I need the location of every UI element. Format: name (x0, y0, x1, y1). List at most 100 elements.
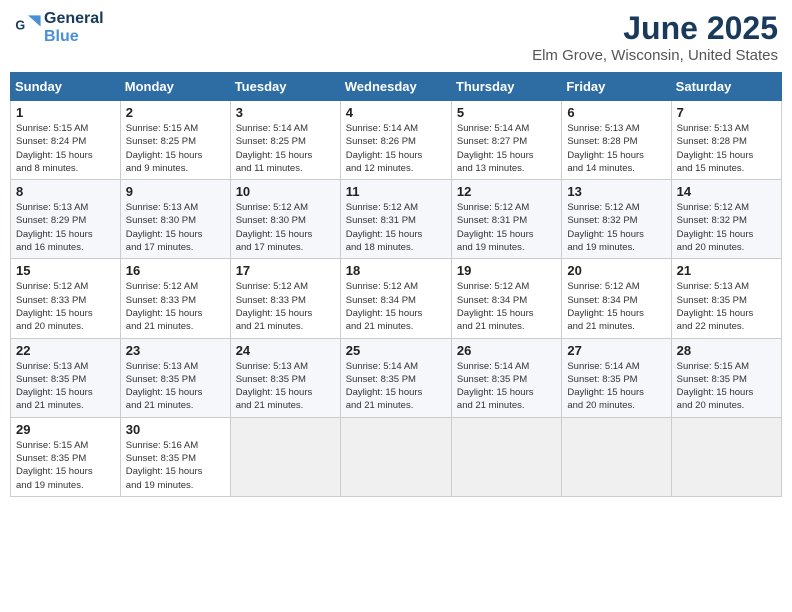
day-number: 23 (126, 343, 225, 358)
table-row: 21 Sunrise: 5:13 AM Sunset: 8:35 PM Dayli… (671, 259, 781, 338)
day-number: 25 (346, 343, 446, 358)
day-info: Sunrise: 5:12 AM Sunset: 8:32 PM Dayligh… (567, 201, 665, 254)
day-info: Sunrise: 5:13 AM Sunset: 8:29 PM Dayligh… (16, 201, 115, 254)
day-info: Sunrise: 5:13 AM Sunset: 8:30 PM Dayligh… (126, 201, 225, 254)
day-number: 11 (346, 184, 446, 199)
day-info: Sunrise: 5:15 AM Sunset: 8:35 PM Dayligh… (16, 439, 115, 492)
day-number: 12 (457, 184, 556, 199)
day-number: 17 (236, 263, 335, 278)
day-info: Sunrise: 5:12 AM Sunset: 8:34 PM Dayligh… (346, 280, 446, 333)
day-info: Sunrise: 5:13 AM Sunset: 8:35 PM Dayligh… (16, 360, 115, 413)
day-number: 1 (16, 105, 115, 120)
month-title: June 2025 (532, 10, 778, 47)
day-number: 26 (457, 343, 556, 358)
day-number: 28 (677, 343, 776, 358)
day-info: Sunrise: 5:13 AM Sunset: 8:35 PM Dayligh… (677, 280, 776, 333)
table-row: 26 Sunrise: 5:14 AM Sunset: 8:35 PM Dayli… (451, 338, 561, 417)
title-area: June 2025 Elm Grove, Wisconsin, United S… (532, 10, 778, 64)
day-info: Sunrise: 5:12 AM Sunset: 8:31 PM Dayligh… (457, 201, 556, 254)
table-row: 15 Sunrise: 5:12 AM Sunset: 8:33 PM Dayli… (11, 259, 121, 338)
table-row: 24 Sunrise: 5:13 AM Sunset: 8:35 PM Dayli… (230, 338, 340, 417)
col-wednesday: Wednesday (340, 73, 451, 101)
day-info: Sunrise: 5:13 AM Sunset: 8:28 PM Dayligh… (567, 122, 665, 175)
table-row: 19 Sunrise: 5:12 AM Sunset: 8:34 PM Dayli… (451, 259, 561, 338)
table-row: 29 Sunrise: 5:15 AM Sunset: 8:35 PM Dayli… (11, 417, 121, 496)
calendar-row: 1 Sunrise: 5:15 AM Sunset: 8:24 PM Daylig… (11, 101, 782, 180)
day-number: 21 (677, 263, 776, 278)
day-info: Sunrise: 5:12 AM Sunset: 8:33 PM Dayligh… (236, 280, 335, 333)
table-row: 11 Sunrise: 5:12 AM Sunset: 8:31 PM Dayli… (340, 180, 451, 259)
table-row (451, 417, 561, 496)
calendar-row: 8 Sunrise: 5:13 AM Sunset: 8:29 PM Daylig… (11, 180, 782, 259)
day-number: 7 (677, 105, 776, 120)
day-number: 29 (16, 422, 115, 437)
day-number: 8 (16, 184, 115, 199)
calendar-row: 22 Sunrise: 5:13 AM Sunset: 8:35 PM Dayli… (11, 338, 782, 417)
table-row: 1 Sunrise: 5:15 AM Sunset: 8:24 PM Daylig… (11, 101, 121, 180)
table-row: 30Sunrise: 5:16 AM Sunset: 8:35 PM Dayli… (120, 417, 230, 496)
day-info: Sunrise: 5:15 AM Sunset: 8:25 PM Dayligh… (126, 122, 225, 175)
day-info: Sunrise: 5:13 AM Sunset: 8:35 PM Dayligh… (236, 360, 335, 413)
table-row: 7 Sunrise: 5:13 AM Sunset: 8:28 PM Daylig… (671, 101, 781, 180)
calendar-header-row: Sunday Monday Tuesday Wednesday Thursday… (11, 73, 782, 101)
day-number: 10 (236, 184, 335, 199)
day-number: 13 (567, 184, 665, 199)
logo: G General Blue (14, 10, 104, 45)
calendar-row: 29 Sunrise: 5:15 AM Sunset: 8:35 PM Dayli… (11, 417, 782, 496)
day-info: Sunrise: 5:12 AM Sunset: 8:30 PM Dayligh… (236, 201, 335, 254)
table-row: 25 Sunrise: 5:14 AM Sunset: 8:35 PM Dayli… (340, 338, 451, 417)
logo-icon: G (14, 14, 42, 42)
table-row: 10 Sunrise: 5:12 AM Sunset: 8:30 PM Dayli… (230, 180, 340, 259)
day-info: Sunrise: 5:13 AM Sunset: 8:28 PM Dayligh… (677, 122, 776, 175)
day-info: Sunrise: 5:14 AM Sunset: 8:35 PM Dayligh… (346, 360, 446, 413)
table-row: 12 Sunrise: 5:12 AM Sunset: 8:31 PM Dayli… (451, 180, 561, 259)
col-sunday: Sunday (11, 73, 121, 101)
day-number: 4 (346, 105, 446, 120)
col-saturday: Saturday (671, 73, 781, 101)
day-info: Sunrise: 5:12 AM Sunset: 8:34 PM Dayligh… (457, 280, 556, 333)
day-number: 19 (457, 263, 556, 278)
day-number: 27 (567, 343, 665, 358)
header: G General Blue June 2025 Elm Grove, Wisc… (10, 10, 782, 64)
col-tuesday: Tuesday (230, 73, 340, 101)
calendar-row: 15 Sunrise: 5:12 AM Sunset: 8:33 PM Dayli… (11, 259, 782, 338)
day-number: 15 (16, 263, 115, 278)
day-number: 3 (236, 105, 335, 120)
table-row: 14 Sunrise: 5:12 AM Sunset: 8:32 PM Dayli… (671, 180, 781, 259)
col-friday: Friday (562, 73, 671, 101)
day-number: 14 (677, 184, 776, 199)
table-row: 5Sunrise: 5:14 AM Sunset: 8:27 PM Daylig… (451, 101, 561, 180)
table-row (562, 417, 671, 496)
table-row (671, 417, 781, 496)
day-number: 2 (126, 105, 225, 120)
day-info: Sunrise: 5:14 AM Sunset: 8:26 PM Dayligh… (346, 122, 446, 175)
day-info: Sunrise: 5:14 AM Sunset: 8:27 PM Dayligh… (457, 122, 556, 175)
day-info: Sunrise: 5:12 AM Sunset: 8:33 PM Dayligh… (126, 280, 225, 333)
day-number: 9 (126, 184, 225, 199)
table-row: 27 Sunrise: 5:14 AM Sunset: 8:35 PM Dayli… (562, 338, 671, 417)
day-info: Sunrise: 5:12 AM Sunset: 8:33 PM Dayligh… (16, 280, 115, 333)
table-row: 17 Sunrise: 5:12 AM Sunset: 8:33 PM Dayli… (230, 259, 340, 338)
table-row: 16 Sunrise: 5:12 AM Sunset: 8:33 PM Dayli… (120, 259, 230, 338)
day-number: 22 (16, 343, 115, 358)
calendar: Sunday Monday Tuesday Wednesday Thursday… (10, 72, 782, 497)
table-row: 2 Sunrise: 5:15 AM Sunset: 8:25 PM Daylig… (120, 101, 230, 180)
day-info: Sunrise: 5:12 AM Sunset: 8:34 PM Dayligh… (567, 280, 665, 333)
day-info: Sunrise: 5:15 AM Sunset: 8:24 PM Dayligh… (16, 122, 115, 175)
table-row: 13 Sunrise: 5:12 AM Sunset: 8:32 PM Dayli… (562, 180, 671, 259)
day-number: 16 (126, 263, 225, 278)
day-number: 24 (236, 343, 335, 358)
table-row: 18Sunrise: 5:12 AM Sunset: 8:34 PM Dayli… (340, 259, 451, 338)
table-row: 9 Sunrise: 5:13 AM Sunset: 8:30 PM Daylig… (120, 180, 230, 259)
day-info: Sunrise: 5:13 AM Sunset: 8:35 PM Dayligh… (126, 360, 225, 413)
day-info: Sunrise: 5:14 AM Sunset: 8:35 PM Dayligh… (457, 360, 556, 413)
day-number: 6 (567, 105, 665, 120)
day-info: Sunrise: 5:14 AM Sunset: 8:35 PM Dayligh… (567, 360, 665, 413)
table-row: 28Sunrise: 5:15 AM Sunset: 8:35 PM Dayli… (671, 338, 781, 417)
day-info: Sunrise: 5:14 AM Sunset: 8:25 PM Dayligh… (236, 122, 335, 175)
day-info: Sunrise: 5:12 AM Sunset: 8:31 PM Dayligh… (346, 201, 446, 254)
day-number: 30 (126, 422, 225, 437)
table-row: 23 Sunrise: 5:13 AM Sunset: 8:35 PM Dayli… (120, 338, 230, 417)
logo-text: General Blue (44, 10, 104, 45)
day-info: Sunrise: 5:12 AM Sunset: 8:32 PM Dayligh… (677, 201, 776, 254)
